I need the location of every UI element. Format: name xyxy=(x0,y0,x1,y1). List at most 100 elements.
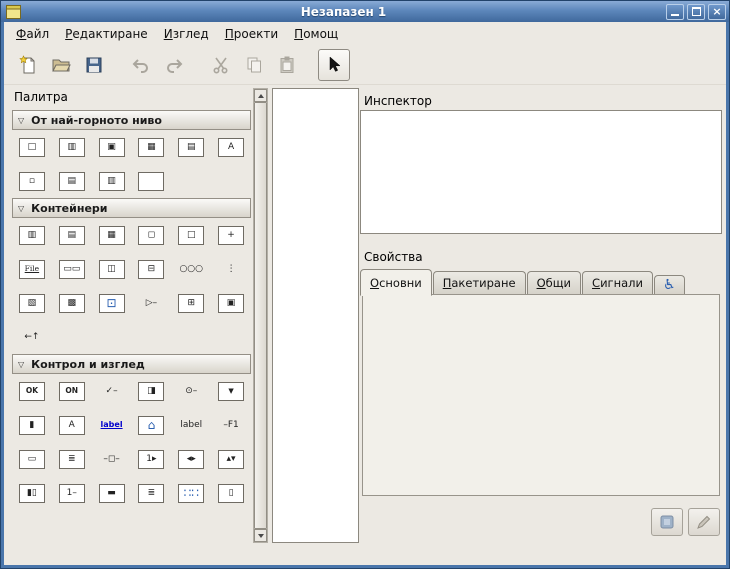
palette-item-hscrollbar[interactable]: ◂▸ xyxy=(171,442,211,476)
tab-signals[interactable]: Сигнали xyxy=(582,271,653,295)
copy-button[interactable] xyxy=(238,49,270,81)
properties-label: Свойства xyxy=(364,250,423,264)
palette-item-radio-button[interactable]: ⊙– xyxy=(171,374,211,408)
minimize-button[interactable] xyxy=(666,4,684,20)
palette-item-vbuttonbox[interactable]: ⋮ xyxy=(211,252,251,286)
palette-item-message-dialog[interactable]: ▣ xyxy=(92,130,132,164)
new-button[interactable] xyxy=(12,49,44,81)
tab-general[interactable]: Основни xyxy=(360,269,432,296)
palette-section-header[interactable]: ▽От най-горното ниво xyxy=(12,110,251,130)
palette-item-event-box[interactable]: ▣ xyxy=(211,286,251,320)
palette-item-tree-view[interactable]: ≣ xyxy=(131,476,171,510)
scroll-up-button[interactable] xyxy=(254,89,267,102)
window-icon: □ xyxy=(19,138,45,157)
open-button[interactable] xyxy=(45,49,77,81)
close-icon: × xyxy=(712,6,721,17)
tab-accessibility[interactable]: ♿ xyxy=(654,275,685,295)
palette-item-alignment[interactable]: ←↑ xyxy=(12,320,52,354)
palette-item-dialog[interactable]: ▥ xyxy=(52,130,92,164)
tab-common[interactable]: Общи xyxy=(527,271,581,295)
paste-button[interactable] xyxy=(271,49,303,81)
titlebar[interactable]: Незапазен 1 × xyxy=(1,1,729,22)
properties-doc-button[interactable] xyxy=(651,508,683,536)
menu-edit[interactable]: Редактиране xyxy=(57,24,156,44)
palette-item-frame[interactable]: ◻ xyxy=(131,218,171,252)
palette-item-label[interactable]: label xyxy=(171,408,211,442)
palette-item-table[interactable]: ▦ xyxy=(92,218,132,252)
palette-item-calendar[interactable]: ∷∷ xyxy=(171,476,211,510)
palette-item-aspect-frame[interactable]: □ xyxy=(171,218,211,252)
menu-projects[interactable]: Проекти xyxy=(217,24,286,44)
palette-item-hbuttonbox[interactable]: ○○○ xyxy=(171,252,211,286)
palette-item-font-selection-dialog[interactable]: A xyxy=(211,130,251,164)
properties-buttons xyxy=(651,508,720,536)
palette-item-text-view[interactable]: ≣ xyxy=(52,442,92,476)
palette-item-option-menu[interactable]: ◨ xyxy=(131,374,171,408)
palette-item-toggle-button[interactable]: ON xyxy=(52,374,92,408)
palette-section-header[interactable]: ▽Контейнери xyxy=(12,198,251,218)
scroll-down-button[interactable] xyxy=(254,529,267,542)
pointer-button[interactable] xyxy=(318,49,350,81)
scrollbar-thumb[interactable] xyxy=(254,102,267,529)
palette-item-entry[interactable]: ▮ xyxy=(12,408,52,442)
palette-item-hscale[interactable]: –◻– xyxy=(92,442,132,476)
palette-item-vpaned[interactable]: ⊟ xyxy=(131,252,171,286)
palette-item-window[interactable]: □ xyxy=(12,130,52,164)
menu-view[interactable]: Изглед xyxy=(156,24,217,44)
document-icon xyxy=(658,513,676,531)
palette-item-check-button[interactable]: ✓– xyxy=(92,374,132,408)
redo-icon xyxy=(164,55,184,75)
palette-item-progress-bar[interactable]: ▮▯ xyxy=(12,476,52,510)
palette-item-image[interactable]: ⌂ xyxy=(131,408,171,442)
inspector-tree[interactable] xyxy=(360,110,722,234)
redo-button[interactable] xyxy=(158,49,190,81)
palette-item-combo-box[interactable]: ▼ xyxy=(211,374,251,408)
palette-item-layout[interactable]: ▩ xyxy=(52,286,92,320)
palette-item-toolbar[interactable]: ▭▭ xyxy=(52,252,92,286)
new-icon xyxy=(18,55,38,75)
arrow-down-icon xyxy=(258,534,264,538)
palette-item-hbox[interactable]: ▥ xyxy=(12,218,52,252)
design-canvas[interactable] xyxy=(272,88,359,543)
calendar-icon: ∷∷ xyxy=(178,484,204,503)
palette-item-scrolled-window[interactable]: ▧ xyxy=(12,286,52,320)
palette-item-text-entry[interactable]: ▭ xyxy=(12,442,52,476)
palette-item-notebook[interactable]: ⊡ xyxy=(92,286,132,320)
inspector-label: Инспектор xyxy=(364,94,432,108)
palette-item-expander[interactable]: ▷– xyxy=(131,286,171,320)
palette-item-hpaned[interactable]: ◫ xyxy=(92,252,132,286)
palette-item-vscrollbar[interactable]: ▴▾ xyxy=(211,442,251,476)
undo-button[interactable] xyxy=(125,49,157,81)
aspect-frame-icon: □ xyxy=(178,226,204,245)
palette-item-vbox[interactable]: ▤ xyxy=(52,218,92,252)
palette-item-color-selection-dialog[interactable]: ▦ xyxy=(131,130,171,164)
cut-button[interactable] xyxy=(205,49,237,81)
palette-section-header[interactable]: ▽Контрол и изглед xyxy=(12,354,251,374)
palette-item-assistant[interactable]: ▥ xyxy=(92,164,132,198)
tab-packing[interactable]: Пакетиране xyxy=(433,271,526,295)
palette-item-hseparator[interactable]: ▬ xyxy=(92,476,132,510)
palette-item-fixed[interactable]: + xyxy=(211,218,251,252)
palette-item-file-selection-dialog[interactable]: ▤ xyxy=(171,130,211,164)
palette-item-accel-label[interactable]: –F1 xyxy=(211,408,251,442)
palette-item-input-dialog[interactable]: ▫ xyxy=(12,164,52,198)
palette-item-statusbar[interactable]: 1– xyxy=(52,476,92,510)
fixed-icon: + xyxy=(218,226,244,245)
palette-item-spin-button[interactable]: 1▸ xyxy=(131,442,171,476)
palette-item-menubar[interactable]: File xyxy=(12,252,52,286)
hscale-icon: –◻– xyxy=(99,450,125,469)
palette-item-about-dialog[interactable]: ▤ xyxy=(52,164,92,198)
save-button[interactable] xyxy=(78,49,110,81)
palette-item-vseparator[interactable]: ▯ xyxy=(211,476,251,510)
palette-scrollbar[interactable] xyxy=(253,88,268,543)
close-button[interactable]: × xyxy=(708,4,726,20)
menu-file[interactable]: Файл xyxy=(8,24,57,44)
palette-item-font-button[interactable]: A xyxy=(52,408,92,442)
menu-help[interactable]: Помощ xyxy=(286,24,346,44)
palette-item-handle-box[interactable]: ⊞ xyxy=(171,286,211,320)
maximize-button[interactable] xyxy=(687,4,705,20)
palette-item-button[interactable]: OK xyxy=(12,374,52,408)
palette-item-popup-window[interactable] xyxy=(131,164,171,198)
properties-edit-button[interactable] xyxy=(688,508,720,536)
palette-item-link-button[interactable]: label xyxy=(92,408,132,442)
